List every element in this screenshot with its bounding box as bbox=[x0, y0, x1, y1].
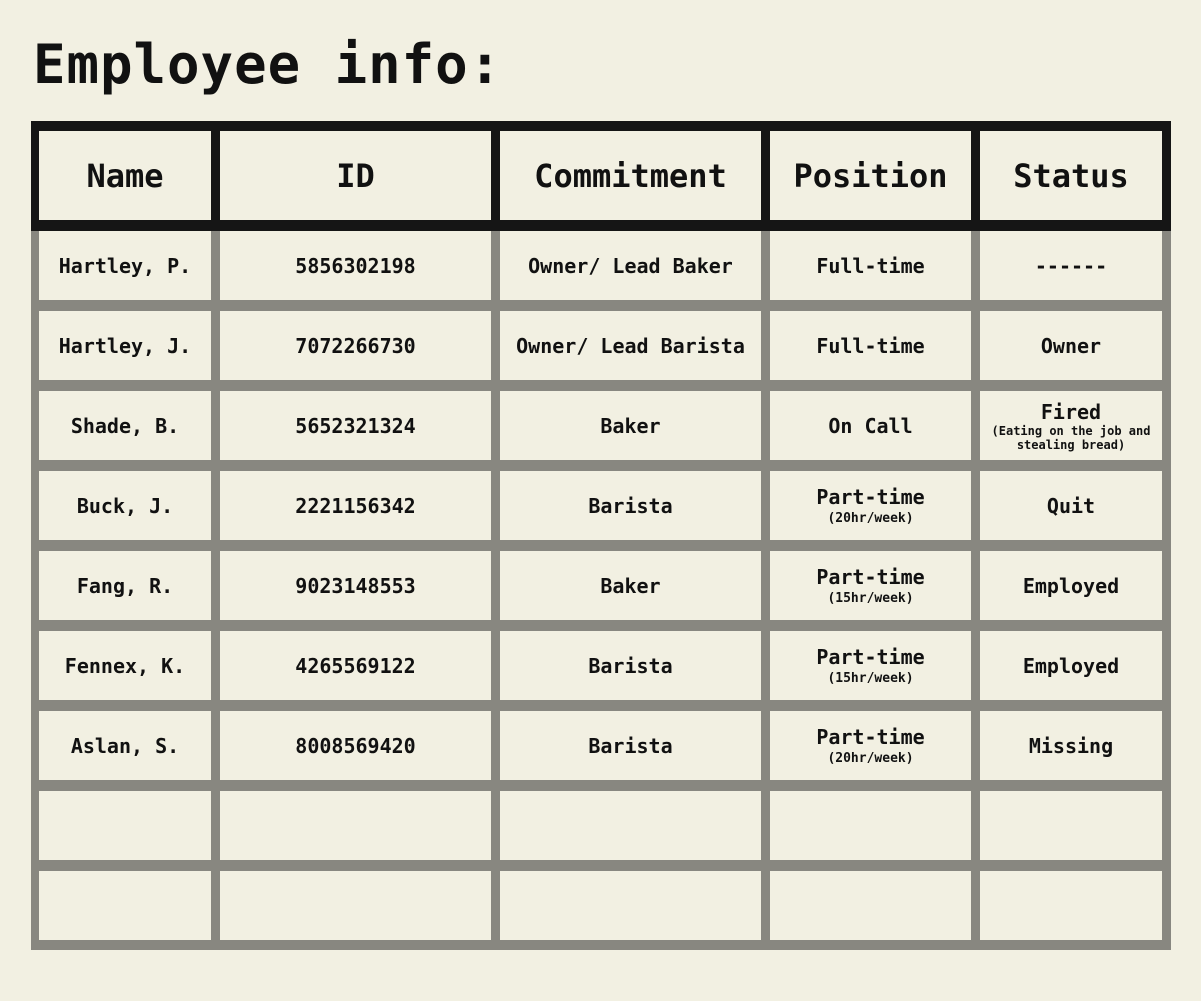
position-hours: (15hr/week) bbox=[827, 591, 914, 606]
position-value: Part-time bbox=[816, 725, 925, 749]
status-value: ------ bbox=[1034, 253, 1108, 278]
header-name: Name bbox=[39, 131, 211, 220]
cell-id: 2221156342 bbox=[220, 471, 491, 540]
status-value: Missing bbox=[1028, 733, 1114, 758]
header-id: ID bbox=[220, 131, 491, 220]
cell-name: Fennex, K. bbox=[39, 631, 211, 700]
cell-commitment: Barista bbox=[500, 631, 761, 700]
cell-id bbox=[220, 871, 491, 940]
id-value: 2221156342 bbox=[295, 493, 416, 518]
status-value: Employed bbox=[1022, 653, 1120, 678]
status-note: (Eating on the job and stealing bread) bbox=[991, 423, 1151, 452]
cell-position bbox=[770, 871, 971, 940]
cell-id: 5856302198 bbox=[220, 231, 491, 300]
position-hours: (15hr/week) bbox=[827, 671, 914, 686]
commitment-value: Barista bbox=[588, 493, 673, 518]
cell-position: Full-time bbox=[770, 231, 971, 300]
cell-position: Full-time bbox=[770, 311, 971, 380]
position-value: Part-time bbox=[816, 565, 925, 589]
cell-commitment bbox=[500, 791, 761, 860]
cell-name bbox=[39, 791, 211, 860]
position-value: Part-time bbox=[816, 485, 925, 509]
cell-status bbox=[980, 871, 1162, 940]
cell-name: Aslan, S. bbox=[39, 711, 211, 780]
cell-status: Employed bbox=[980, 631, 1162, 700]
cell-status: Missing bbox=[980, 711, 1162, 780]
cell-name bbox=[39, 871, 211, 940]
cell-status: Owner bbox=[980, 311, 1162, 380]
commitment-value: Baker bbox=[600, 573, 661, 598]
id-value: 5652321324 bbox=[295, 413, 416, 438]
cell-id: 5652321324 bbox=[220, 391, 491, 460]
cell-status: Fired (Eating on the job and stealing bre… bbox=[980, 391, 1162, 460]
cell-commitment: Barista bbox=[500, 711, 761, 780]
commitment-value: Owner/ Lead Baker bbox=[528, 253, 733, 278]
cell-position: Part-time (15hr/week) bbox=[770, 551, 971, 620]
cell-id: 9023148553 bbox=[220, 551, 491, 620]
position-value: Full-time bbox=[816, 253, 925, 278]
cell-commitment: Baker bbox=[500, 551, 761, 620]
cell-id: 7072266730 bbox=[220, 311, 491, 380]
cell-name: Shade, B. bbox=[39, 391, 211, 460]
cell-status: ------ bbox=[980, 231, 1162, 300]
commitment-value: Barista bbox=[588, 653, 673, 678]
commitment-value: Baker bbox=[600, 413, 661, 438]
name-value: Fang, R. bbox=[76, 573, 174, 598]
cell-id bbox=[220, 791, 491, 860]
cell-position: On Call bbox=[770, 391, 971, 460]
cell-id: 4265569122 bbox=[220, 631, 491, 700]
id-value: 7072266730 bbox=[295, 333, 416, 358]
position-hours: (20hr/week) bbox=[827, 511, 914, 526]
cell-commitment bbox=[500, 871, 761, 940]
cell-commitment: Owner/ Lead Baker bbox=[500, 231, 761, 300]
cell-name: Hartley, P. bbox=[39, 231, 211, 300]
status-value: Owner bbox=[1040, 333, 1102, 358]
name-value: Hartley, P. bbox=[58, 253, 192, 278]
cell-id: 8008569420 bbox=[220, 711, 491, 780]
cell-commitment: Owner/ Lead Barista bbox=[500, 311, 761, 380]
cell-status bbox=[980, 791, 1162, 860]
name-value: Shade, B. bbox=[70, 413, 180, 438]
position-hours: (20hr/week) bbox=[827, 751, 914, 766]
cell-status: Employed bbox=[980, 551, 1162, 620]
header-position: Position bbox=[770, 131, 971, 220]
position-value: On Call bbox=[828, 413, 913, 438]
cell-commitment: Baker bbox=[500, 391, 761, 460]
id-value: 5856302198 bbox=[295, 253, 416, 278]
name-value: Aslan, S. bbox=[70, 733, 180, 758]
cell-position: Part-time (20hr/week) bbox=[770, 471, 971, 540]
cell-position bbox=[770, 791, 971, 860]
status-value: Employed bbox=[1022, 573, 1120, 598]
name-value: Buck, J. bbox=[76, 493, 174, 518]
employee-table: Name ID Commitment Position Status Hartley, P… bbox=[31, 121, 1171, 950]
cell-name: Buck, J. bbox=[39, 471, 211, 540]
position-value: Full-time bbox=[816, 333, 925, 358]
position-value: Part-time bbox=[816, 645, 925, 669]
cell-status: Quit bbox=[980, 471, 1162, 540]
cell-name: Fang, R. bbox=[39, 551, 211, 620]
header-status: Status bbox=[980, 131, 1162, 220]
cell-position: Part-time (15hr/week) bbox=[770, 631, 971, 700]
name-value: Fennex, K. bbox=[64, 653, 186, 678]
id-value: 9023148553 bbox=[295, 573, 416, 598]
commitment-value: Owner/ Lead Barista bbox=[516, 333, 745, 358]
commitment-value: Barista bbox=[588, 733, 673, 758]
status-value: Quit bbox=[1046, 493, 1096, 518]
name-value: Hartley, J. bbox=[58, 333, 192, 358]
id-value: 8008569420 bbox=[295, 733, 416, 758]
cell-commitment: Barista bbox=[500, 471, 761, 540]
id-value: 4265569122 bbox=[295, 653, 416, 678]
cell-position: Part-time (20hr/week) bbox=[770, 711, 971, 780]
status-value: Fired bbox=[1040, 399, 1102, 424]
header-commitment: Commitment bbox=[500, 131, 761, 220]
cell-name: Hartley, J. bbox=[39, 311, 211, 380]
page-title: Employee info: bbox=[33, 33, 503, 96]
